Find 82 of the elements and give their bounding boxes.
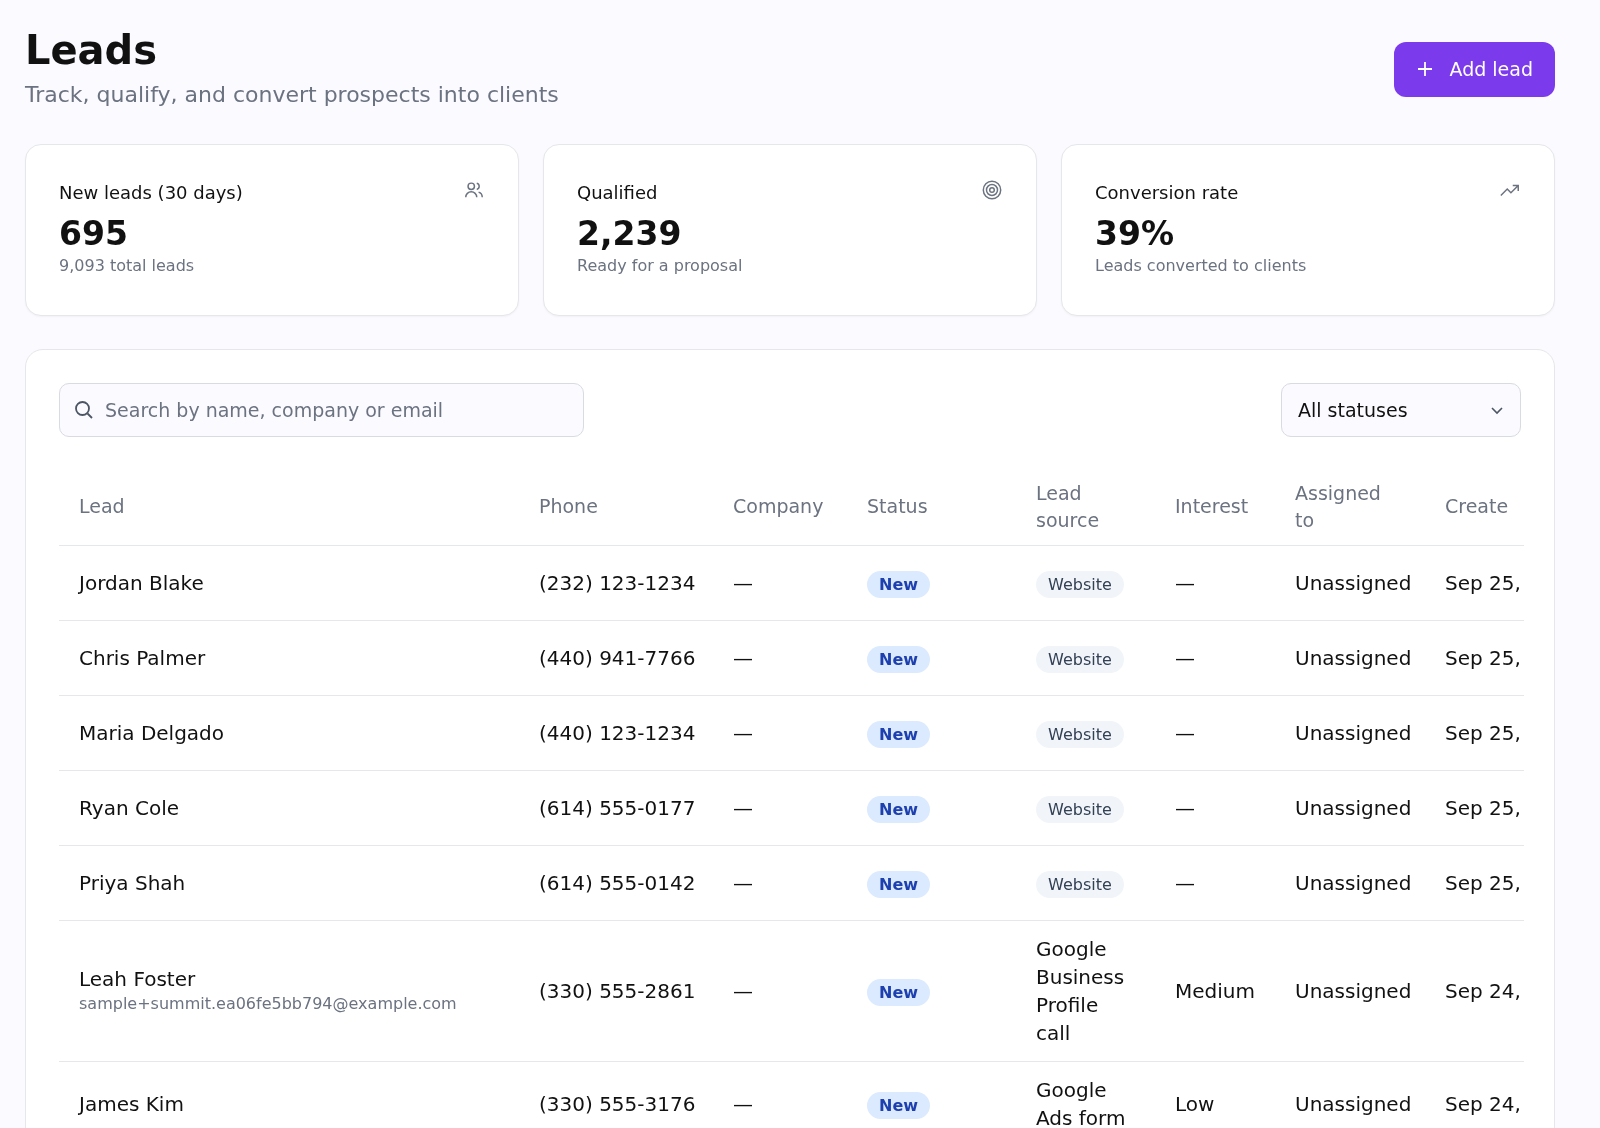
assignee: Unassigned <box>1295 720 1412 745</box>
source-tag: Website <box>1036 645 1124 673</box>
status-badge: New <box>867 570 931 598</box>
interest-level: — <box>1175 645 1195 670</box>
page-subtitle: Track, qualify, and convert prospects into clients <box>25 81 559 109</box>
created-date: Sep 25, <box>1445 870 1521 895</box>
created-date: Sep 24, <box>1445 978 1521 1003</box>
company-name: — <box>733 870 753 895</box>
phone-number: (330) 555-2861 <box>539 978 696 1003</box>
status-select[interactable]: All statuses <box>1281 383 1521 437</box>
assignee: Unassigned <box>1295 645 1412 670</box>
lead-name: Leah Foster <box>79 966 197 994</box>
assignee: Unassigned <box>1295 570 1412 595</box>
column-header[interactable]: Status <box>867 493 996 521</box>
created-date: Sep 25, <box>1445 570 1521 595</box>
target-icon <box>981 179 1003 201</box>
search-field[interactable]: Search by name, company or email <box>59 383 584 437</box>
interest-level: — <box>1175 570 1195 595</box>
stat-value: 2,239 <box>577 214 683 254</box>
source-tag: Website <box>1036 720 1124 748</box>
stat-value: 39% <box>1095 214 1175 254</box>
column-header[interactable]: Company <box>733 493 827 521</box>
lead-name: Priya Shah <box>79 869 187 897</box>
interest-level: — <box>1175 870 1195 895</box>
lead-name: Chris Palmer <box>79 644 207 672</box>
created-date: Sep 24, <box>1445 1091 1521 1116</box>
source-tag: Website <box>1036 870 1124 898</box>
status-badge: New <box>867 645 931 673</box>
company-name: — <box>733 978 753 1003</box>
column-header[interactable]: Lead <box>79 493 499 521</box>
lead-source: Google Business Profile call <box>1036 936 1125 1045</box>
plus-icon <box>1415 60 1434 79</box>
stat-note: Ready for a proposal <box>577 254 744 277</box>
page-title: Leads <box>25 28 159 72</box>
phone-number: (232) 123-1234 <box>539 570 696 595</box>
lead-name: James Kim <box>79 1090 185 1118</box>
phone-number: (330) 555-3176 <box>539 1091 696 1116</box>
source-tag: Website <box>1036 570 1124 598</box>
lead-name: Ryan Cole <box>79 794 180 822</box>
assignee: Unassigned <box>1295 870 1412 895</box>
status-badge: New <box>867 870 931 898</box>
stat-label: Qualified <box>577 181 658 205</box>
add-lead-button[interactable]: Add lead <box>1393 42 1555 97</box>
column-header[interactable]: Assigned to <box>1295 480 1405 534</box>
lead-source: Google Ads form <box>1036 1077 1126 1128</box>
interest-level: Low <box>1175 1091 1215 1116</box>
phone-number: (440) 123-1234 <box>539 720 696 745</box>
interest-level: — <box>1175 795 1195 820</box>
company-name: — <box>733 720 753 745</box>
company-name: — <box>733 570 753 595</box>
created-date: Sep 25, <box>1445 720 1521 745</box>
lead-email: sample+summit.ea06fe5bb794@example.com <box>79 993 458 1016</box>
lead-name: Maria Delgado <box>79 719 226 747</box>
assignee: Unassigned <box>1295 978 1412 1003</box>
created-date: Sep 25, <box>1445 795 1521 820</box>
stat-note: 9,093 total leads <box>59 254 196 277</box>
interest-level: Medium <box>1175 978 1255 1003</box>
company-name: — <box>733 645 753 670</box>
interest-level: — <box>1175 720 1195 745</box>
status-badge: New <box>867 1091 931 1119</box>
stat-value: 695 <box>59 214 129 254</box>
phone-number: (614) 555-0142 <box>539 870 696 895</box>
stat-label: Conversion rate <box>1095 181 1239 205</box>
lead-name: Jordan Blake <box>79 569 205 597</box>
search-icon <box>74 400 94 420</box>
status-badge: New <box>867 720 931 748</box>
source-tag: Website <box>1036 795 1124 823</box>
assignee: Unassigned <box>1295 1091 1412 1116</box>
status-badge: New <box>867 795 931 823</box>
column-header[interactable]: Create <box>1445 493 1524 521</box>
phone-number: (614) 555-0177 <box>539 795 696 820</box>
company-name: — <box>733 795 753 820</box>
assignee: Unassigned <box>1295 795 1412 820</box>
column-header[interactable]: Interest <box>1175 493 1255 521</box>
phone-number: (440) 941-7766 <box>539 645 696 670</box>
column-header[interactable]: Lead source <box>1036 480 1135 534</box>
status-badge: New <box>867 978 931 1006</box>
column-header[interactable]: Phone <box>539 493 693 521</box>
stat-note: Leads converted to clients <box>1095 254 1308 277</box>
company-name: — <box>733 1091 753 1116</box>
stat-label: New leads (30 days) <box>59 181 243 205</box>
created-date: Sep 25, <box>1445 645 1521 670</box>
